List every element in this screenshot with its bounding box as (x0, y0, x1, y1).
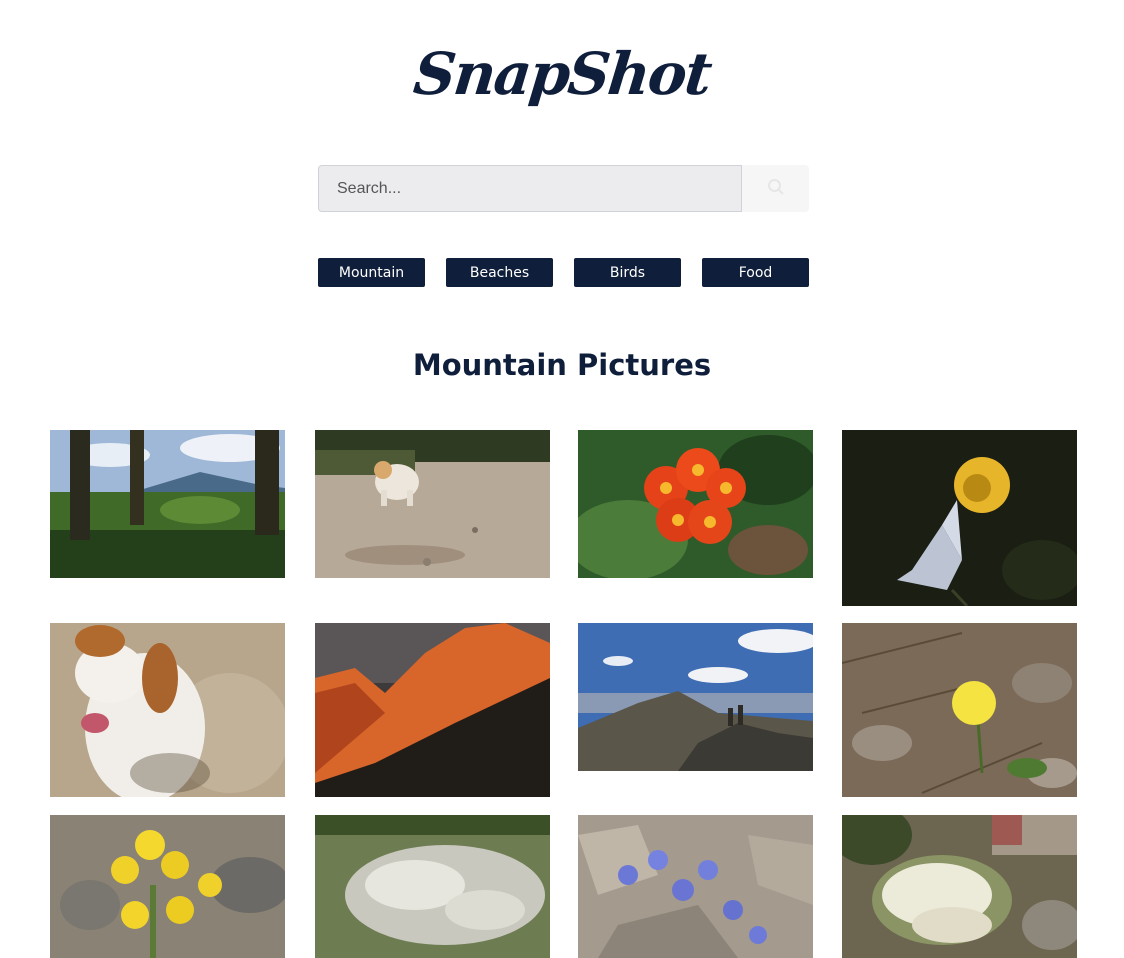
photo-yellow-wildflowers[interactable] (50, 815, 285, 958)
photo-purple-flowers[interactable] (578, 815, 813, 958)
photo-mountain-ridge[interactable] (315, 623, 550, 797)
category-food-button[interactable]: Food (702, 258, 809, 287)
snapshot-logo[interactable]: SnapShot (0, 40, 1124, 108)
category-birds-button[interactable]: Birds (574, 258, 681, 287)
photo-orange-flower[interactable] (578, 430, 813, 578)
photo-white-dog[interactable] (315, 430, 550, 578)
photo-summit-hikers[interactable] (578, 623, 813, 771)
category-mountain-button[interactable]: Mountain (318, 258, 425, 287)
gallery-title: Mountain Pictures (412, 348, 712, 382)
search-button[interactable] (742, 165, 809, 212)
photo-forest-mountain[interactable] (50, 430, 285, 578)
photo-white-flowers[interactable] (315, 815, 550, 958)
search-bar (318, 165, 809, 212)
search-icon (767, 178, 785, 199)
page: SnapShot Mountain Beaches Birds Food Mou… (0, 0, 1124, 958)
photo-spaniel[interactable] (50, 623, 285, 797)
search-input[interactable] (318, 165, 742, 212)
category-buttons: Mountain Beaches Birds Food (318, 258, 809, 287)
photo-yellow-flower-dark[interactable] (842, 430, 1077, 606)
photo-white-alpine-flowers[interactable] (842, 815, 1077, 958)
photo-yellow-flower-needles[interactable] (842, 623, 1077, 797)
category-beaches-button[interactable]: Beaches (446, 258, 553, 287)
